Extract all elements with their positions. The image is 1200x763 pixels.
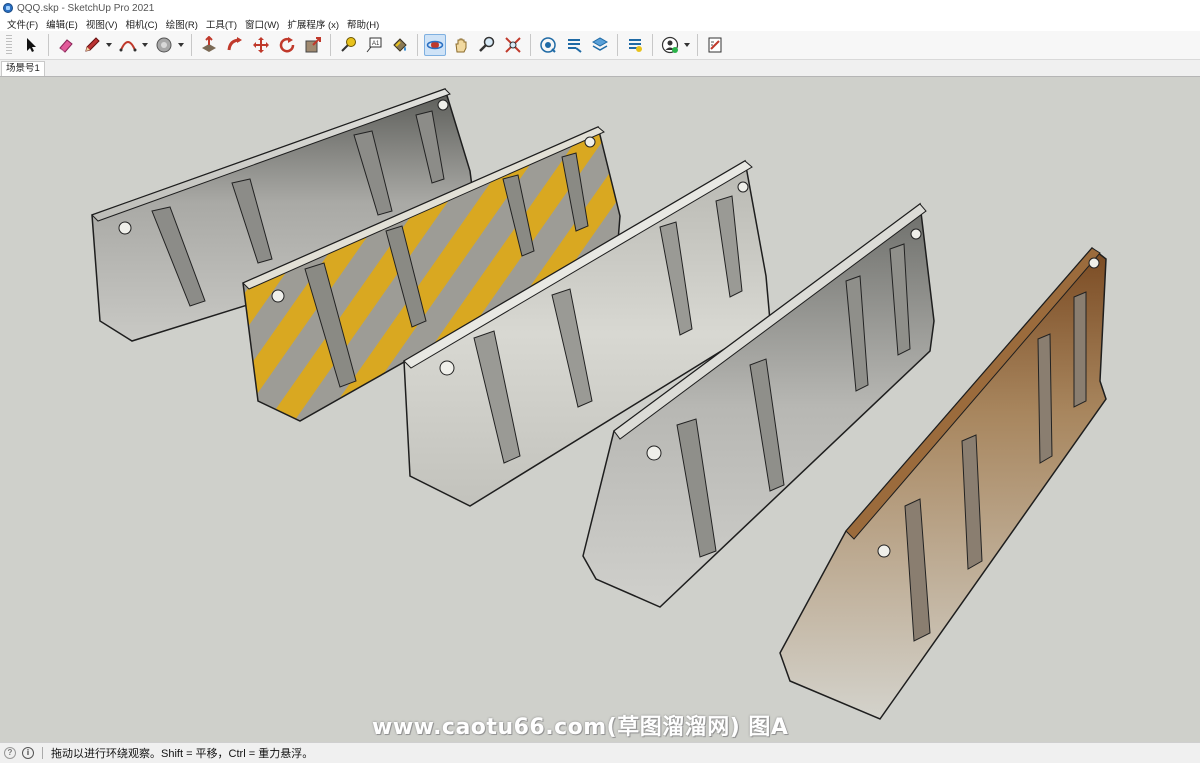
menu-window[interactable]: 窗口(W) xyxy=(241,17,283,31)
menu-edit[interactable]: 编辑(E) xyxy=(42,17,82,31)
toolbar-separator xyxy=(191,34,192,56)
text-label-icon: A1 xyxy=(366,37,382,53)
select-tool-button[interactable] xyxy=(20,34,42,56)
toolbar-separator xyxy=(48,34,49,56)
status-message: 拖动以进行环绕观察。Shift = 平移，Ctrl = 重力悬浮。 xyxy=(51,748,314,760)
menu-extensions[interactable]: 扩展程序 (x) xyxy=(283,17,343,31)
text-tool-button[interactable]: A1 xyxy=(363,34,385,56)
svg-text:A1: A1 xyxy=(372,41,380,47)
follow-me-icon xyxy=(227,37,242,51)
eraser-tool-button[interactable] xyxy=(55,34,77,56)
shapes-tool-dropdown[interactable] xyxy=(177,34,185,56)
toolbar-separator xyxy=(530,34,531,56)
send-to-layout-button[interactable] xyxy=(704,34,726,56)
zoom-extents-tool-button[interactable] xyxy=(502,34,524,56)
rotate-tool-button[interactable] xyxy=(276,34,298,56)
scale-icon xyxy=(305,37,321,53)
pan-hand-icon xyxy=(455,38,467,53)
scene-tab-strip: 场景号1 xyxy=(0,60,1200,76)
push-pull-tool-button[interactable] xyxy=(198,34,220,56)
menu-help[interactable]: 帮助(H) xyxy=(343,17,383,31)
toolbar-grip[interactable] xyxy=(6,35,12,55)
account-icon xyxy=(661,36,679,54)
line-tool-dropdown[interactable] xyxy=(105,34,113,56)
menu-tools[interactable]: 工具(T) xyxy=(202,17,241,31)
window-title: QQQ.skp - SketchUp Pro 2021 xyxy=(17,2,155,14)
send-to-layout-icon xyxy=(708,37,722,53)
menu-view[interactable]: 视图(V) xyxy=(82,17,122,31)
barrier-models-scene xyxy=(91,88,1107,720)
orbit-icon xyxy=(426,40,444,50)
title-bar: QQQ.skp - SketchUp Pro 2021 xyxy=(0,0,1200,16)
account-dropdown[interactable] xyxy=(683,34,691,56)
scene-tab-1[interactable]: 场景号1 xyxy=(1,61,45,76)
tape-measure-icon xyxy=(341,37,356,52)
rotate-icon xyxy=(279,37,295,53)
watermark-text: www.caotu66.com(草图溜溜网) 图A xyxy=(372,715,789,740)
zoom-tool-button[interactable] xyxy=(476,34,498,56)
paint-bucket-tool-button[interactable] xyxy=(389,34,411,56)
layout-icon xyxy=(591,37,609,51)
zoom-icon xyxy=(479,36,495,52)
move-icon xyxy=(253,37,269,53)
3d-warehouse-icon xyxy=(540,37,556,53)
arc-tool-button[interactable] xyxy=(117,34,139,56)
extension-warehouse-icon xyxy=(568,39,582,53)
menu-file[interactable]: 文件(F) xyxy=(3,17,42,31)
layout-button[interactable] xyxy=(589,34,611,56)
extension-manager-button[interactable] xyxy=(624,34,646,56)
3d-warehouse-button[interactable] xyxy=(537,34,559,56)
pencil-line-icon xyxy=(85,37,100,52)
extension-manager-icon xyxy=(629,39,642,52)
eraser-icon xyxy=(59,39,73,53)
extension-warehouse-button[interactable] xyxy=(563,34,585,56)
menu-camera[interactable]: 相机(C) xyxy=(121,17,161,31)
orbit-tool-button[interactable] xyxy=(424,34,446,56)
shapes-circle-icon xyxy=(156,37,172,53)
status-divider xyxy=(42,747,43,759)
sketchup-window: QQQ.skp - SketchUp Pro 2021 文件(F) 编辑(E) … xyxy=(0,0,1200,763)
main-toolbar: A1 xyxy=(0,31,1200,60)
info-icon[interactable]: i xyxy=(22,747,34,759)
push-pull-icon xyxy=(202,36,216,52)
line-tool-button[interactable] xyxy=(81,34,103,56)
move-tool-button[interactable] xyxy=(250,34,272,56)
arc-tool-dropdown[interactable] xyxy=(141,34,149,56)
toolbar-separator xyxy=(652,34,653,56)
sketchup-logo-icon xyxy=(3,3,13,13)
follow-me-tool-button[interactable] xyxy=(224,34,246,56)
account-button[interactable] xyxy=(659,34,681,56)
menu-bar: 文件(F) 编辑(E) 视图(V) 相机(C) 绘图(R) 工具(T) 窗口(W… xyxy=(0,16,1200,31)
paint-bucket-icon xyxy=(393,38,407,52)
toolbar-separator xyxy=(417,34,418,56)
zoom-extents-icon xyxy=(505,37,521,53)
modeling-viewport[interactable]: www.caotu66.com(草图溜溜网) 图A xyxy=(0,76,1200,742)
menu-draw[interactable]: 绘图(R) xyxy=(162,17,202,31)
pan-tool-button[interactable] xyxy=(450,34,472,56)
toolbar-separator xyxy=(697,34,698,56)
toolbar-separator xyxy=(330,34,331,56)
arc-icon xyxy=(119,41,137,52)
status-bar: ? i 拖动以进行环绕观察。Shift = 平移，Ctrl = 重力悬浮。 xyxy=(0,742,1200,763)
select-arrow-icon xyxy=(27,38,36,52)
tape-measure-tool-button[interactable] xyxy=(337,34,359,56)
toolbar-separator xyxy=(617,34,618,56)
shapes-tool-button[interactable] xyxy=(153,34,175,56)
scale-tool-button[interactable] xyxy=(302,34,324,56)
geolocation-icon[interactable]: ? xyxy=(4,747,16,759)
